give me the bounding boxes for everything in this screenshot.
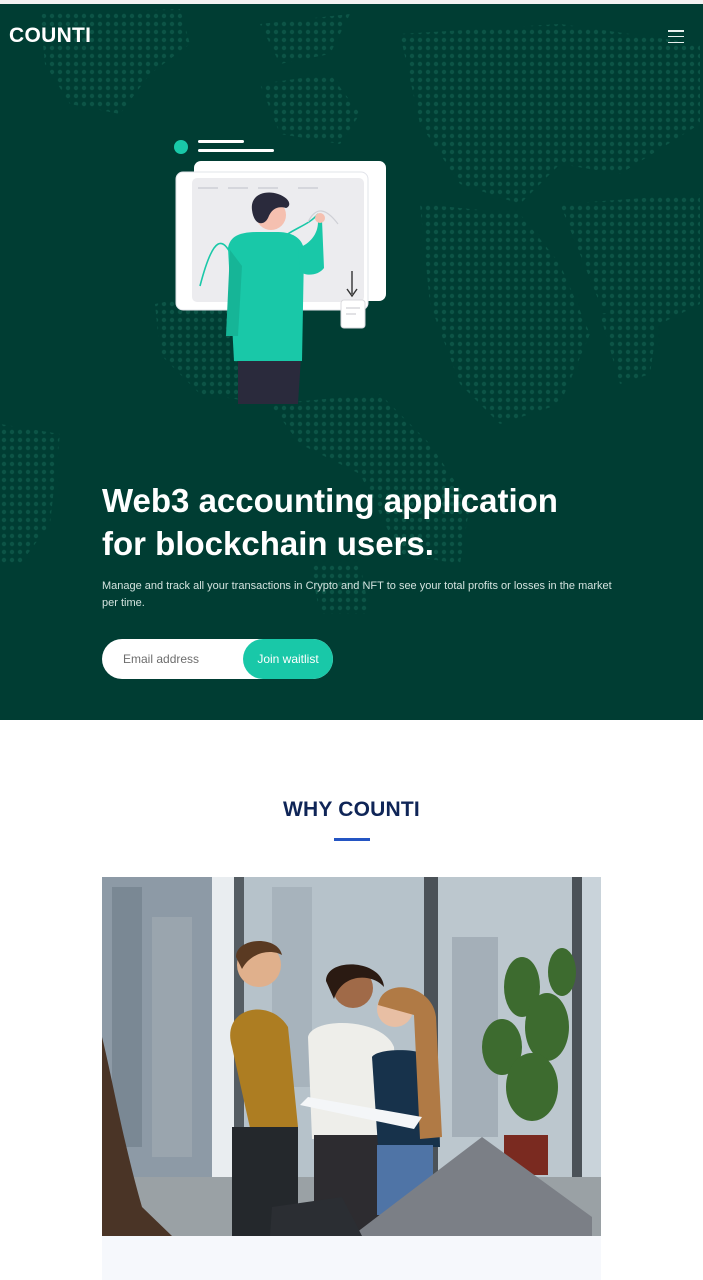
team-meeting-photo (102, 877, 601, 1236)
hero-section: COUNTI Web3 accounting application for b… (0, 4, 703, 720)
headline-line-1: Web3 accounting application (102, 482, 558, 519)
join-waitlist-button[interactable]: Join waitlist (243, 639, 333, 679)
email-input[interactable] (102, 639, 252, 679)
brand-logo[interactable]: COUNTI (9, 24, 91, 48)
hero-headline: Web3 accounting application for blockcha… (102, 479, 622, 565)
title-underline (334, 838, 370, 841)
analyst-illustration (174, 140, 386, 404)
hero-description: Manage and track all your transactions i… (102, 580, 612, 609)
feature-card (102, 1236, 601, 1280)
headline-line-2: for blockchain users. (102, 525, 434, 562)
hamburger-menu-icon[interactable] (668, 30, 684, 44)
why-section-title: WHY COUNTI (283, 798, 420, 821)
waitlist-form: Join waitlist (102, 639, 333, 679)
